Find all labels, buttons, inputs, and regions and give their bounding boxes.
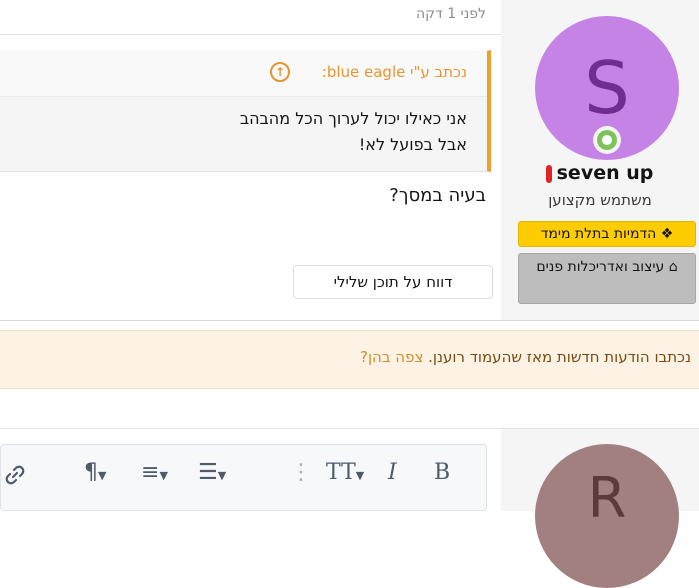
text-size-glyph: TT <box>326 460 356 485</box>
text-size-icon[interactable]: TT▼ <box>326 460 364 485</box>
bold-icon[interactable]: B <box>434 460 450 485</box>
list-icon[interactable]: ☰▼ <box>198 460 226 485</box>
notice-message: נכתבו הודעות חדשות מאז שהעמוד רוענן. <box>428 348 691 366</box>
message-arrow <box>501 22 513 42</box>
paragraph-glyph: ¶ <box>84 460 98 485</box>
list-glyph: ☰ <box>198 460 218 485</box>
message-arrow <box>501 460 513 480</box>
quote-author[interactable]: נכתב ע"י blue eagle: <box>322 63 467 81</box>
report-button[interactable]: דווח על תוכן שלילי <box>293 265 493 299</box>
notice-text: נכתבו הודעות חדשות מאז שהעמוד רוענן. צפה… <box>360 348 691 366</box>
home-icon: ⌂ <box>668 259 678 275</box>
post-separator <box>0 320 699 321</box>
user-title: משתמש מקצוען <box>548 191 652 209</box>
align-glyph: ≡ <box>141 460 160 485</box>
user-banner: ⌂ עיצוב ואדריכלות פנים <box>518 253 696 304</box>
arrow-up-circle-icon[interactable]: ↑ <box>270 62 290 82</box>
italic-icon[interactable]: I <box>388 460 397 485</box>
view-new-link[interactable]: צפה בהן? <box>360 348 423 366</box>
quote-text: אני כאילו יכול לערוך הכל מהבהב אבל בפועל… <box>167 106 467 158</box>
online-icon-center <box>602 135 612 145</box>
post-body: בעיה במסך? <box>389 185 486 206</box>
user-banner: ❖ הדמיות בתלת מימד <box>518 221 696 247</box>
paragraph-icon[interactable]: ¶▼ <box>84 460 106 485</box>
align-icon[interactable]: ≡▼ <box>141 460 168 485</box>
banner-label: עיצוב ואדריכלות פנים <box>536 259 665 275</box>
reply-editor[interactable] <box>0 444 487 511</box>
more-options-icon[interactable]: ⋮ <box>290 460 312 485</box>
reply-avatar[interactable]: R <box>535 444 679 588</box>
post-timestamp[interactable]: לפני 1 דקה <box>416 6 486 22</box>
cubes-icon: ❖ <box>660 226 674 242</box>
divider <box>0 34 501 35</box>
username[interactable]: seven up <box>530 162 680 184</box>
quote-line: אבל בפועל לא! <box>358 135 467 154</box>
banner-label: הדמיות בתלת מימד <box>540 226 657 242</box>
link-icon[interactable] <box>2 462 28 492</box>
quote-line: אני כאילו יכול לערוך הכל מהבהב <box>239 109 467 128</box>
